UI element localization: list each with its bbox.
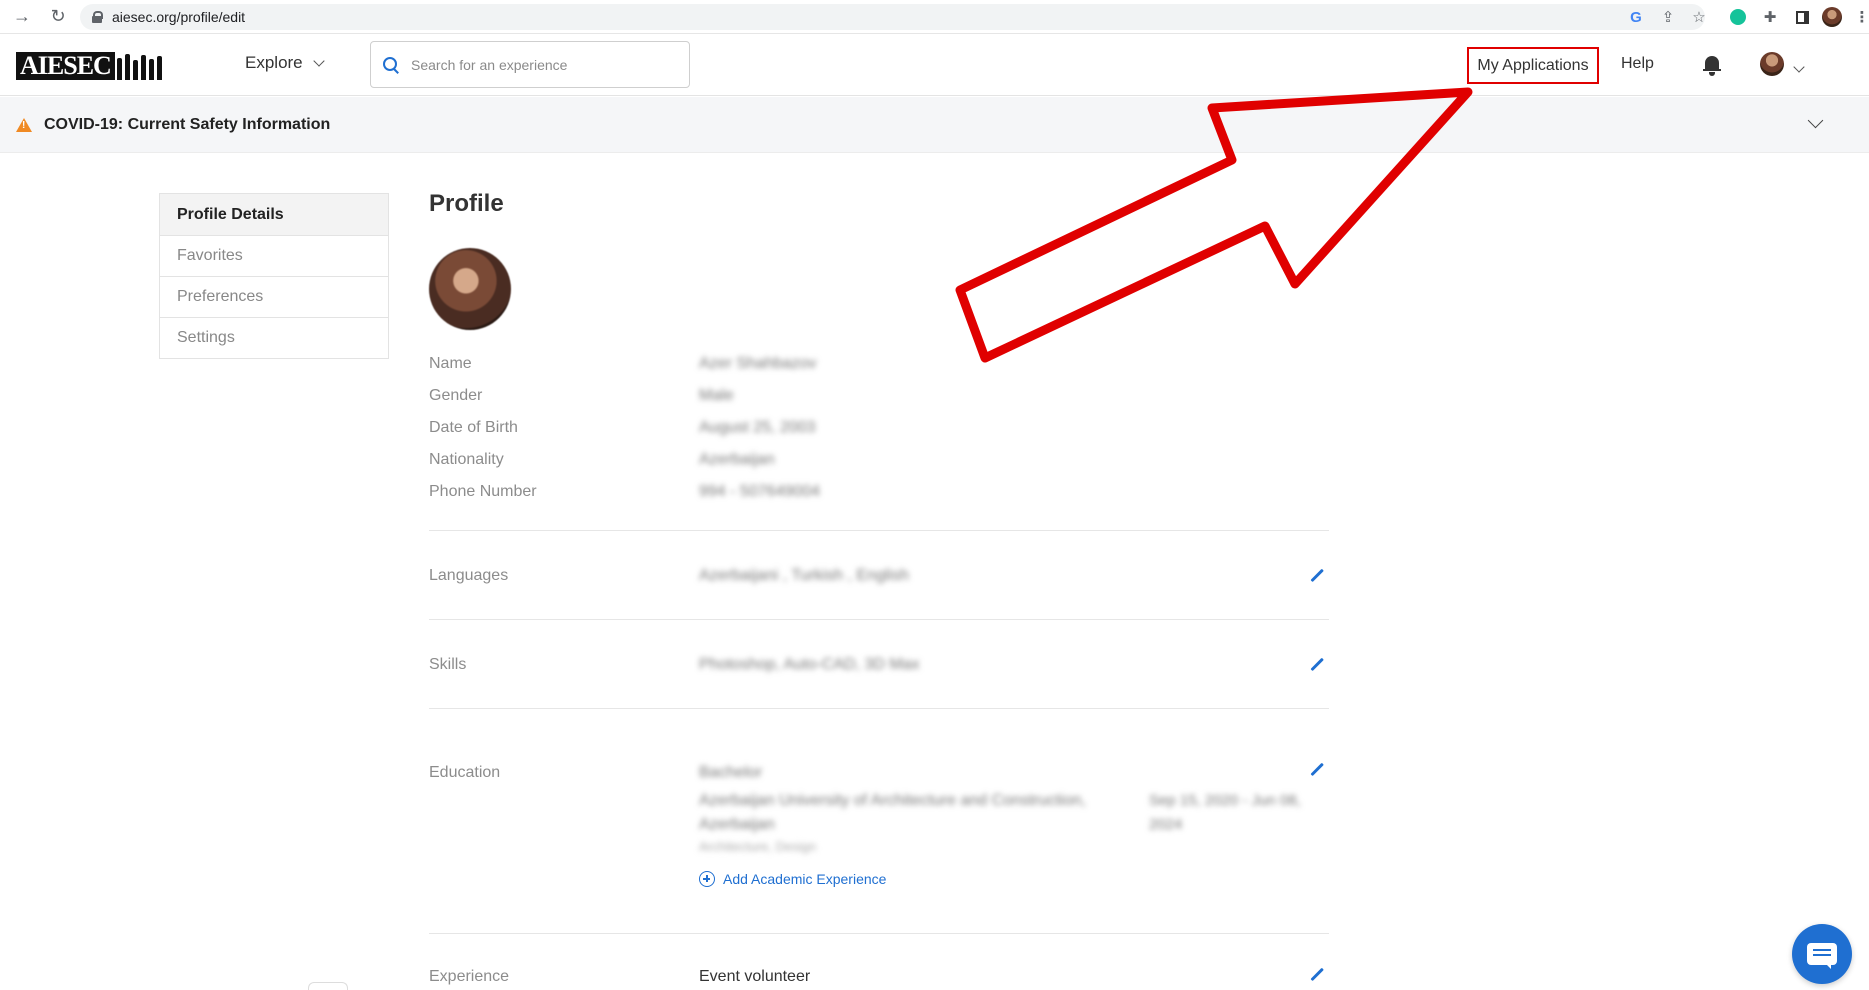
education-degree: Bachelor: [699, 764, 763, 781]
name-label: Name: [429, 355, 472, 372]
gender-label: Gender: [429, 387, 483, 404]
sidebar-item-preferences[interactable]: Preferences: [160, 276, 388, 317]
education-label: Education: [429, 764, 501, 781]
dob-value: August 25, 2003: [699, 419, 816, 436]
detail-row-gender: Gender Male: [429, 380, 1329, 412]
languages-section: Languages Azerbaijani , Turkish , Englis…: [429, 530, 1329, 619]
search-box[interactable]: [370, 41, 690, 88]
chevron-down-icon: [312, 55, 325, 67]
detail-row-nationality: Nationality Azerbaijan: [429, 444, 1329, 476]
chevron-down-icon[interactable]: [1793, 58, 1805, 76]
nationality-label: Nationality: [429, 451, 504, 468]
menu-dots-icon[interactable]: ⋮: [1850, 5, 1869, 29]
scroll-up-tab[interactable]: [308, 982, 348, 990]
sidepanel-icon[interactable]: [1790, 5, 1814, 29]
add-academic-label: Add Academic Experience: [723, 871, 887, 887]
detail-row-phone: Phone Number 994 - 507649004: [429, 476, 1329, 508]
lock-icon: [92, 11, 103, 23]
reload-icon[interactable]: ↻: [44, 3, 72, 31]
url-text: aiesec.org/profile/edit: [112, 9, 246, 25]
chat-button[interactable]: [1792, 924, 1852, 984]
education-dates: Sep 15, 2020 - Jun 08, 2024: [1149, 792, 1301, 833]
explore-menu[interactable]: Explore: [245, 53, 325, 73]
help-link[interactable]: Help: [1621, 55, 1654, 73]
covid-banner[interactable]: COVID-19: Current Safety Information: [0, 97, 1869, 153]
share-icon[interactable]: ⇪: [1656, 5, 1680, 29]
grammarly-icon[interactable]: [1726, 5, 1750, 29]
languages-label: Languages: [429, 567, 509, 584]
detail-row-dob: Date of Birth August 25, 2003: [429, 412, 1329, 444]
profile-main: Profile Name Azer Shahbazov Gender Male …: [429, 190, 1329, 985]
chevron-down-icon[interactable]: [1807, 112, 1824, 129]
warning-icon: [16, 117, 32, 132]
sidebar-item-favorites[interactable]: Favorites: [160, 235, 388, 276]
puzzle-icon[interactable]: ✚: [1758, 5, 1782, 29]
pencil-icon[interactable]: [1309, 761, 1325, 777]
education-field: Architecture, Design: [699, 839, 817, 854]
explore-label: Explore: [245, 53, 303, 72]
google-icon[interactable]: G: [1624, 5, 1648, 29]
skills-label: Skills: [429, 656, 467, 673]
sidebar-item-profile-details[interactable]: Profile Details: [160, 194, 388, 235]
phone-label: Phone Number: [429, 483, 537, 500]
nationality-value: Azerbaijan: [699, 451, 775, 468]
pencil-icon[interactable]: [1309, 966, 1325, 982]
dob-label: Date of Birth: [429, 419, 518, 436]
profile-icon[interactable]: [1820, 5, 1844, 29]
profile-photo[interactable]: [429, 248, 511, 330]
logo-text: AIESEC: [16, 52, 115, 80]
covid-banner-text: COVID-19: Current Safety Information: [44, 115, 331, 133]
experience-label: Experience: [429, 968, 510, 985]
education-institution: Azerbaijan University of Architecture an…: [699, 792, 1086, 833]
address-bar[interactable]: aiesec.org/profile/edit: [80, 4, 1705, 30]
skills-value: Photoshop, Auto-CAD, 3D Max: [699, 656, 920, 673]
search-icon: [383, 56, 399, 73]
profile-sidebar: Profile Details Favorites Preferences Se…: [159, 193, 389, 359]
languages-value: Azerbaijani , Turkish , English: [699, 567, 909, 584]
gender-value: Male: [699, 387, 734, 404]
search-input[interactable]: [411, 56, 661, 73]
sidebar-item-settings[interactable]: Settings: [160, 317, 388, 358]
personal-details: Name Azer Shahbazov Gender Male Date of …: [429, 348, 1329, 508]
experience-value: Event volunteer: [699, 968, 811, 985]
bell-icon[interactable]: [1703, 56, 1721, 76]
avatar[interactable]: [1760, 52, 1784, 76]
my-applications-label: My Applications: [1477, 56, 1589, 74]
page-title: Profile: [429, 190, 504, 217]
experience-section: Experience Event volunteer: [429, 933, 1329, 990]
forward-arrow-icon[interactable]: →: [8, 3, 36, 31]
chat-icon: [1807, 943, 1837, 969]
my-applications-link[interactable]: My Applications: [1467, 47, 1599, 84]
star-icon[interactable]: ☆: [1687, 5, 1711, 29]
site-header: AIESEC Explore My Applications Help: [0, 34, 1869, 96]
pencil-icon[interactable]: [1315, 245, 1327, 257]
aiesec-logo[interactable]: AIESEC: [16, 52, 165, 80]
phone-value: 994 - 507649004: [699, 483, 820, 500]
add-academic-experience-button[interactable]: Add Academic Experience: [699, 871, 886, 887]
pencil-icon[interactable]: [1309, 567, 1325, 583]
browser-toolbar: → ↻ aiesec.org/profile/edit G ⇪ ☆ ✚ ⋮: [0, 0, 1869, 34]
logo-figures-icon: [116, 54, 165, 80]
detail-row-name: Name Azer Shahbazov: [429, 348, 1329, 380]
name-value: Azer Shahbazov: [699, 355, 817, 372]
skills-section: Skills Photoshop, Auto-CAD, 3D Max: [429, 619, 1329, 708]
pencil-icon[interactable]: [1309, 656, 1325, 672]
plus-circle-icon: [699, 871, 715, 887]
education-section: Education Bachelor Azerbaijan University…: [429, 708, 1329, 933]
